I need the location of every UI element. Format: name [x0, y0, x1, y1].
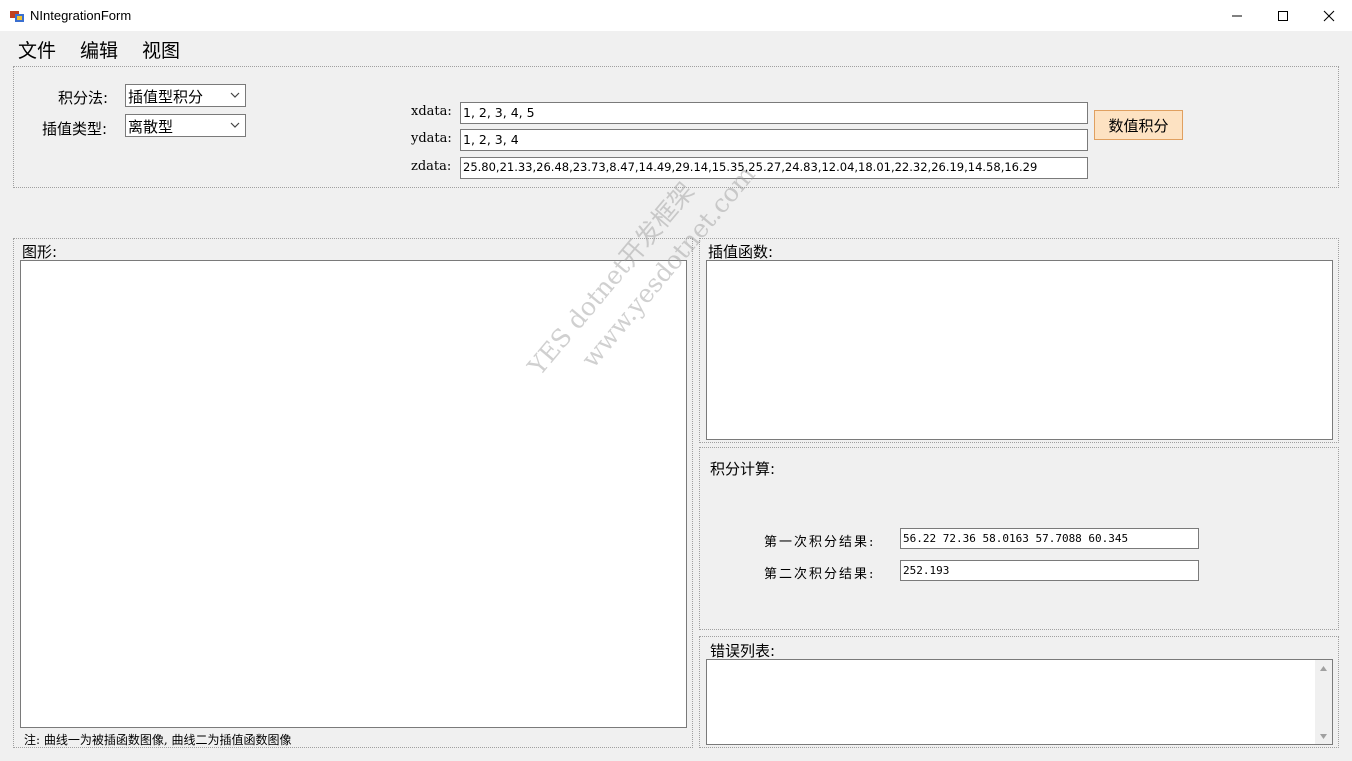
scroll-up-icon[interactable] — [1319, 664, 1328, 673]
close-icon — [1323, 10, 1335, 21]
minimize-icon — [1232, 15, 1242, 16]
close-button[interactable] — [1306, 0, 1352, 31]
interp-func-label: 插值函数: — [708, 243, 774, 261]
interp-type-label: 插值类型: — [42, 120, 108, 138]
xdata-input[interactable]: 1, 2, 3, 4, 5 — [460, 102, 1088, 124]
scroll-down-icon[interactable] — [1319, 732, 1328, 741]
error-list-scrollbar[interactable] — [1315, 660, 1332, 744]
first-integral-label: 第一次积分结果: — [764, 535, 876, 550]
integral-label: 积分计算: — [710, 460, 776, 478]
zdata-input[interactable]: 25.80,21.33,26.48,23.73,8.47,14.49,29.14… — [460, 157, 1088, 179]
method-combo-value: 插值型积分 — [128, 88, 204, 106]
window-title: NIntegrationForm — [30, 8, 132, 23]
menu-file[interactable]: 文件 — [18, 36, 56, 63]
interp-type-combo-value: 离散型 — [128, 118, 174, 136]
ydata-input[interactable]: 1, 2, 3, 4 — [460, 129, 1088, 151]
method-label: 积分法: — [58, 89, 109, 107]
second-integral-result[interactable]: 252.193 — [900, 560, 1199, 581]
graph-canvas[interactable] — [20, 260, 687, 728]
graph-label: 图形: — [22, 243, 58, 261]
method-combo[interactable]: 插值型积分 — [125, 84, 246, 107]
interp-type-combo[interactable]: 离散型 — [125, 114, 246, 137]
maximize-icon — [1278, 10, 1288, 21]
menu-edit[interactable]: 编辑 — [80, 36, 118, 63]
error-label: 错误列表: — [710, 642, 776, 660]
second-integral-label: 第二次积分结果: — [764, 567, 876, 582]
graph-note: 注: 曲线一为被插函数图像, 曲线二为插值函数图像 — [24, 733, 292, 747]
minimize-button[interactable] — [1214, 0, 1260, 31]
chevron-down-icon — [230, 122, 240, 128]
menu-bar — [0, 31, 1352, 63]
interp-func-panel[interactable] — [706, 260, 1333, 440]
title-bar — [0, 0, 1352, 31]
app-form-icon — [10, 8, 24, 22]
maximize-button[interactable] — [1260, 0, 1306, 31]
zdata-input-value: 25.80,21.33,26.48,23.73,8.47,14.49,29.14… — [463, 160, 1038, 174]
first-integral-result[interactable]: 56.22 72.36 58.0163 57.7088 60.345 — [900, 528, 1199, 549]
xdata-label: xdata: — [411, 104, 452, 119]
chevron-down-icon — [230, 92, 240, 98]
error-list[interactable] — [706, 659, 1333, 745]
integrate-button[interactable]: 数值积分 — [1094, 110, 1183, 140]
ydata-label: ydata: — [411, 131, 452, 146]
menu-view[interactable]: 视图 — [142, 36, 180, 63]
zdata-label: zdata: — [411, 159, 452, 174]
